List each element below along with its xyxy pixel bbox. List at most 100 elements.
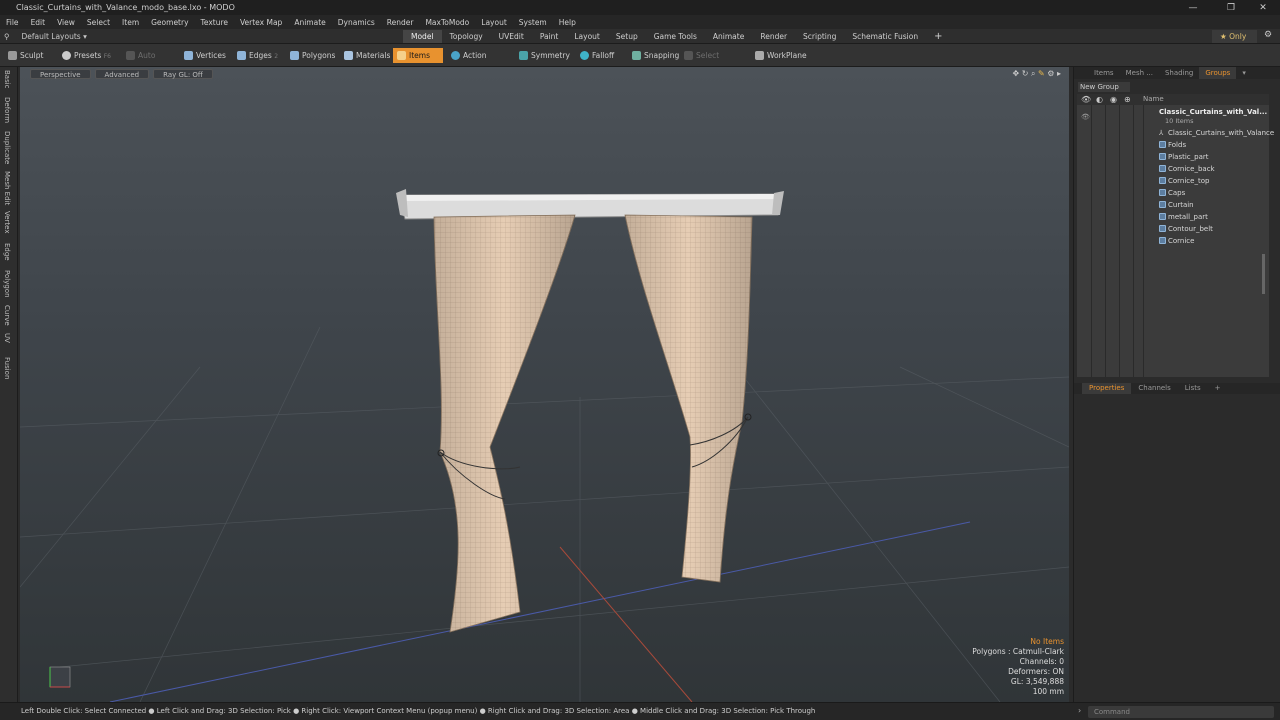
tab-properties[interactable]: Properties xyxy=(1082,383,1132,394)
tab-mesh-edit[interactable]: Mesh Edit xyxy=(3,171,11,205)
tab-polygon[interactable]: Polygon xyxy=(3,270,11,298)
zoom-view-icon[interactable]: ⌕ xyxy=(1031,69,1035,78)
tab-model[interactable]: Model xyxy=(403,30,442,43)
minimize-button[interactable]: — xyxy=(1176,0,1210,15)
curtain-model[interactable] xyxy=(396,189,784,633)
snapping-button[interactable]: Snapping xyxy=(628,48,679,63)
sculpt-button[interactable]: Sculpt xyxy=(4,48,54,63)
tree-row-item[interactable]: Caps xyxy=(1077,187,1269,199)
raygl-button[interactable]: Ray GL: Off xyxy=(153,69,213,79)
tab-topology[interactable]: Topology xyxy=(442,30,491,43)
panel-menu-icon[interactable]: ▾ xyxy=(1236,67,1252,79)
menu-dynamics[interactable]: Dynamics xyxy=(332,18,381,27)
menu-render[interactable]: Render xyxy=(381,18,420,27)
tab-uv[interactable]: UV xyxy=(3,333,11,343)
tab-lists[interactable]: Lists xyxy=(1178,383,1208,394)
rotate-view-icon[interactable]: ↻ xyxy=(1022,69,1029,78)
tab-edge[interactable]: Edge xyxy=(3,243,11,261)
tree-row-item[interactable]: Curtain xyxy=(1077,199,1269,211)
menu-vertex-map[interactable]: Vertex Map xyxy=(234,18,288,27)
move-view-icon[interactable]: ✥ xyxy=(1012,69,1019,78)
tree-row-item[interactable]: metall_part xyxy=(1077,211,1269,223)
menu-item[interactable]: Item xyxy=(116,18,145,27)
tab-setup[interactable]: Setup xyxy=(608,30,646,43)
tree-row-item[interactable]: ⅄ Classic_Curtains_with_Valance xyxy=(1077,127,1274,139)
tab-render[interactable]: Render xyxy=(752,30,795,43)
tab-duplicate[interactable]: Duplicate xyxy=(3,131,11,164)
tree-row-item[interactable]: Cornice xyxy=(1077,235,1269,247)
tab-game-tools[interactable]: Game Tools xyxy=(646,30,705,43)
tree-row-item[interactable]: Plastic_part xyxy=(1077,151,1269,163)
action-center-button[interactable]: Action Center xyxy=(447,48,511,75)
tab-channels[interactable]: Channels xyxy=(1131,383,1177,394)
menu-view[interactable]: View xyxy=(51,18,81,27)
tab-basic[interactable]: Basic xyxy=(3,70,11,89)
items-button[interactable]: Items xyxy=(393,48,443,63)
materials-button[interactable]: Materials xyxy=(340,48,390,63)
close-button[interactable]: ✕ xyxy=(1246,0,1280,15)
pin-icon: ⚲ xyxy=(4,32,10,41)
settings-view-icon[interactable]: ⚙ xyxy=(1047,69,1054,78)
maximize-button[interactable]: ❐ xyxy=(1214,0,1248,15)
auto-select-icon xyxy=(126,51,135,60)
menu-help[interactable]: Help xyxy=(553,18,582,27)
tab-uvedit[interactable]: UVEdit xyxy=(491,30,532,43)
tab-shading[interactable]: Shading xyxy=(1159,67,1199,79)
tab-vertex[interactable]: Vertex xyxy=(3,211,11,234)
tab-animate[interactable]: Animate xyxy=(705,30,752,43)
auto-select-button[interactable]: Auto Select xyxy=(122,48,178,75)
tab-deform[interactable]: Deform xyxy=(3,97,11,123)
menu-geometry[interactable]: Geometry xyxy=(145,18,194,27)
advanced-button[interactable]: Advanced xyxy=(94,69,150,79)
falloff-button[interactable]: Falloff xyxy=(576,48,622,63)
tab-fusion[interactable]: Fusion xyxy=(3,357,11,379)
tab-items[interactable]: Items xyxy=(1074,67,1120,79)
only-label: Only xyxy=(1229,32,1247,41)
select-through-button[interactable]: Select Through xyxy=(680,48,748,75)
menu-select[interactable]: Select xyxy=(81,18,116,27)
default-layouts-dropdown[interactable]: ⚲ Default Layouts ▾ xyxy=(4,30,87,43)
brush-view-icon[interactable]: ✎ xyxy=(1038,69,1045,78)
workplane-button[interactable]: WorkPlane xyxy=(751,48,807,63)
tree-scrollbar[interactable] xyxy=(1262,254,1265,294)
add-properties-tab-button[interactable]: + xyxy=(1208,383,1228,394)
tab-groups[interactable]: Groups xyxy=(1199,67,1237,79)
expand-view-icon[interactable]: ▸ xyxy=(1057,69,1061,78)
symmetry-button[interactable]: Symmetry xyxy=(515,48,571,63)
only-toggle[interactable]: ★ Only xyxy=(1212,30,1257,43)
edges-button[interactable]: Edges 2 xyxy=(233,48,285,63)
gear-icon[interactable]: ⚙ xyxy=(1264,30,1272,40)
presets-button[interactable]: Presets F6 xyxy=(58,48,114,63)
tab-scripting[interactable]: Scripting xyxy=(795,30,844,43)
tab-schematic-fusion[interactable]: Schematic Fusion xyxy=(844,30,926,43)
add-tab-button[interactable]: + xyxy=(926,30,950,43)
viewport-scene[interactable] xyxy=(20,67,1069,702)
menu-file[interactable]: File xyxy=(0,18,25,27)
polygons-button[interactable]: Polygons xyxy=(286,48,338,63)
new-group-button[interactable]: New Group xyxy=(1078,82,1130,92)
chevron-right-icon[interactable]: › xyxy=(1078,706,1081,715)
tree-row-item[interactable]: Cornice_back xyxy=(1077,163,1269,175)
menu-animate[interactable]: Animate xyxy=(288,18,331,27)
menu-maxtomodo[interactable]: MaxToModo xyxy=(419,18,475,27)
3d-viewport[interactable]: Perspective Advanced Ray GL: Off ✥ ↻ ⌕ ✎… xyxy=(20,67,1069,702)
edges-shortcut: 2 xyxy=(274,53,279,60)
command-input[interactable]: Command xyxy=(1088,706,1274,718)
edges-icon xyxy=(237,51,246,60)
orientation-cube-icon xyxy=(49,666,71,688)
tab-curve[interactable]: Curve xyxy=(3,305,11,326)
tree-row-item[interactable]: Folds xyxy=(1077,139,1269,151)
tree-row-item[interactable]: Cornice_top xyxy=(1077,175,1269,187)
right-panel: Items Mesh ... Shading Groups ▾ New Grou… xyxy=(1073,67,1280,702)
tree-row-item[interactable]: Contour_belt xyxy=(1077,223,1269,235)
menu-system[interactable]: System xyxy=(513,18,553,27)
menu-edit[interactable]: Edit xyxy=(25,18,52,27)
tab-layout[interactable]: Layout xyxy=(566,30,608,43)
vertices-button[interactable]: Vertices 1 xyxy=(180,48,232,75)
tab-mesh[interactable]: Mesh ... xyxy=(1120,67,1159,79)
menu-layout[interactable]: Layout xyxy=(475,18,513,27)
tab-paint[interactable]: Paint xyxy=(532,30,567,43)
viewport-navigation-icons[interactable]: ✥ ↻ ⌕ ✎ ⚙ ▸ xyxy=(1012,69,1061,79)
menu-texture[interactable]: Texture xyxy=(195,18,234,27)
perspective-button[interactable]: Perspective xyxy=(30,69,91,79)
